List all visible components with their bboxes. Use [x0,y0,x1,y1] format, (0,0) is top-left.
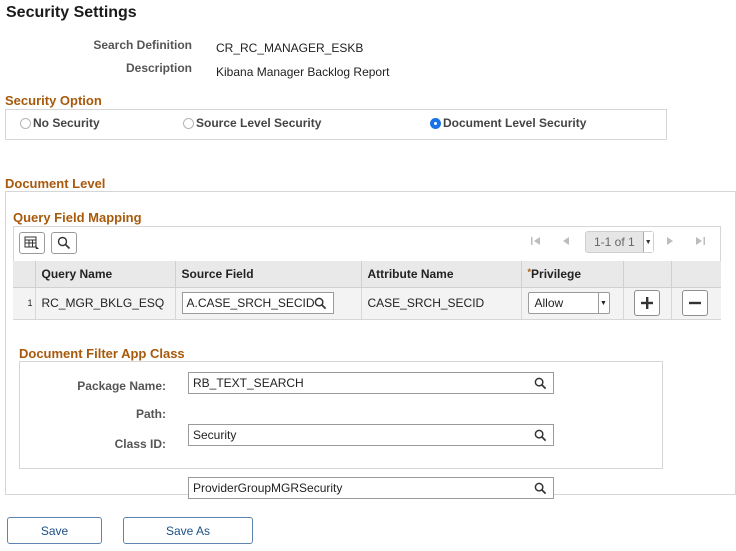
security-option-title: Security Option [5,93,102,108]
plus-icon [640,297,653,310]
search-definition-value: CR_RC_MANAGER_ESKB [216,41,364,55]
add-row-button[interactable] [633,290,660,317]
radio-button[interactable] [20,117,31,129]
add-column-header [623,261,672,288]
find-button[interactable] [51,232,77,254]
chevron-down-icon: ▼ [597,293,609,314]
source-field-header: Source Field [175,261,362,288]
search-icon[interactable] [534,377,547,390]
source-field-input[interactable]: A.CASE_SRCH_SECID [181,292,334,315]
pager-select[interactable]: 1-1 of 1 ▼ [585,231,654,253]
chevron-down-icon: ▼ [642,232,653,252]
path-label: Path: [136,407,166,421]
first-page-icon[interactable] [530,235,542,250]
delete-row-button[interactable] [681,290,708,317]
row-number: 1 [13,287,36,319]
pager-text: 1-1 of 1 [594,235,635,249]
description-label: Description [125,61,192,75]
search-icon[interactable] [534,482,547,495]
path-input[interactable]: Security [188,424,554,446]
privilege-select[interactable]: Allow ▼ [527,292,610,315]
privilege-cell: Allow ▼ [521,287,624,319]
previous-page-icon[interactable] [561,235,571,250]
search-icon[interactable] [314,297,327,310]
package-name-input[interactable]: RB_TEXT_SEARCH [188,372,554,394]
class-id-label: Class ID: [114,437,166,451]
add-row-cell [623,287,672,319]
grid-settings-icon [24,236,39,249]
minus-icon [688,302,701,305]
table-row: 1 RC_MGR_BKLG_ESQ A.CASE_SRCH_SECID CASE… [13,287,721,319]
page-title: Security Settings [6,4,137,21]
privilege-header: *Privilege [521,261,624,288]
source-field-cell: A.CASE_SRCH_SECID [175,287,362,319]
personalize-grid-button[interactable] [19,232,45,254]
radio-source-level-security[interactable]: Source Level Security [183,116,321,130]
delete-row-cell [671,287,721,319]
package-name-label: Package Name: [77,379,166,393]
search-icon[interactable] [534,429,547,442]
radio-document-level-security[interactable]: Document Level Security [430,116,586,130]
document-level-title: Document Level [5,176,106,191]
attribute-name-header: Attribute Name [361,261,522,288]
query-name-header: Query Name [35,261,176,288]
search-icon [57,236,71,250]
save-as-button[interactable]: Save As [123,517,253,544]
row-number-header [13,261,36,288]
filter-app-class-title: Document Filter App Class [19,346,185,361]
save-button[interactable]: Save [7,517,102,544]
query-field-mapping-title: Query Field Mapping [13,210,142,225]
query-name-cell: RC_MGR_BKLG_ESQ [35,287,176,319]
description-value: Kibana Manager Backlog Report [216,65,390,79]
radio-button[interactable] [183,117,194,129]
class-id-input[interactable]: ProviderGroupMGRSecurity [188,477,554,499]
search-definition-label: Search Definition [93,38,192,52]
radio-button-selected[interactable] [430,117,441,129]
last-page-icon[interactable] [694,235,706,250]
attribute-name-cell: CASE_SRCH_SECID [361,287,522,319]
query-field-grid: Query Name Source Field Attribute Name *… [13,261,721,319]
delete-column-header [671,261,721,288]
next-page-icon[interactable] [665,235,675,250]
radio-no-security[interactable]: No Security [20,116,100,130]
